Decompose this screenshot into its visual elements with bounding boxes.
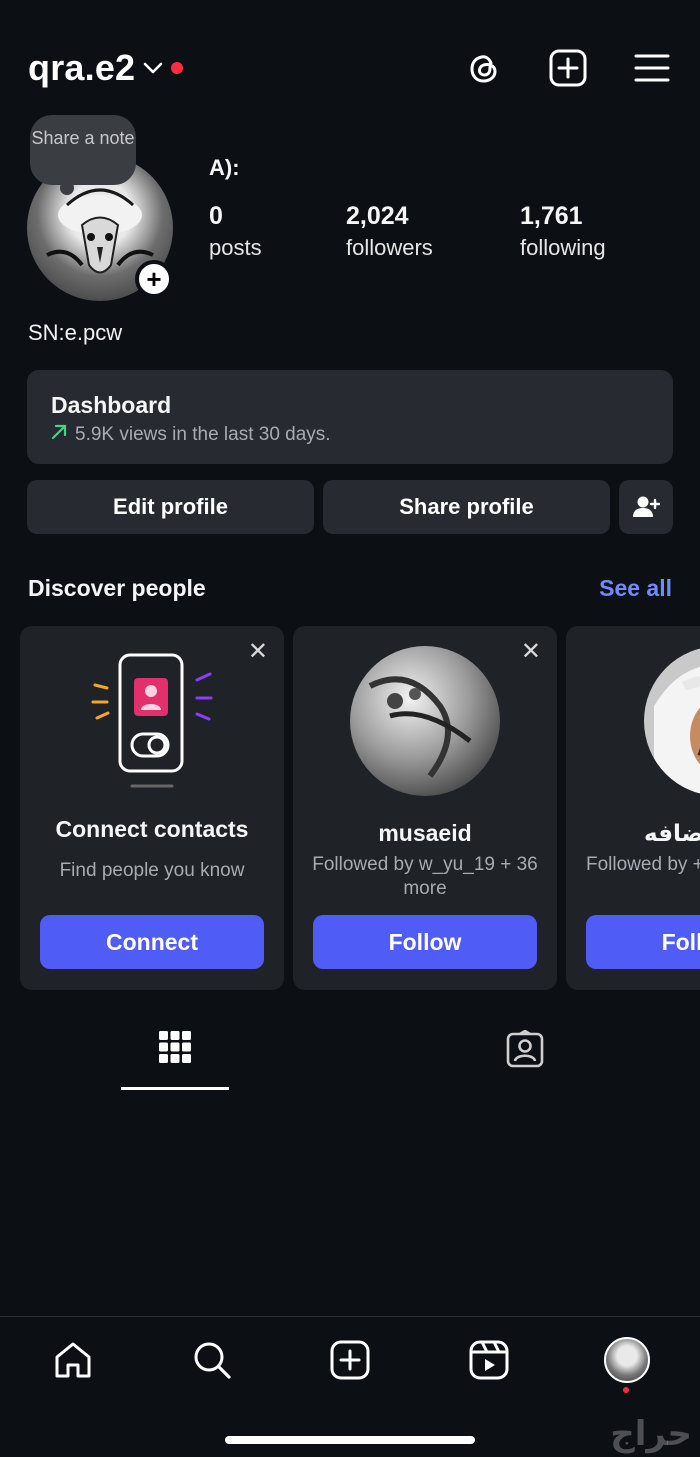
add-person-icon: [633, 496, 660, 517]
following-count: 1,761: [520, 202, 583, 230]
bio-text: SN:e.pcw: [28, 320, 123, 345]
card-subtitle: Find people you know: [59, 860, 245, 881]
tab-tagged[interactable]: [471, 1020, 579, 1090]
suggestion-avatar[interactable]: [644, 646, 700, 796]
notification-dot: [171, 62, 184, 74]
chevron-down-icon[interactable]: [143, 58, 163, 78]
dashboard-subtitle-row: 5.9K views in the last 30 days.: [51, 423, 649, 446]
trend-up-arrow-icon: [51, 423, 67, 446]
display-name: A):: [209, 155, 240, 180]
contacts-illustration: [87, 650, 217, 790]
card-name: Connect contacts: [55, 816, 249, 842]
menu-icon[interactable]: [632, 48, 672, 88]
profile-tabs: [0, 1020, 700, 1090]
connect-button[interactable]: Connect: [40, 915, 264, 969]
home-icon[interactable]: [50, 1337, 96, 1383]
follow-button[interactable]: Follow: [313, 915, 537, 969]
search-icon[interactable]: [189, 1337, 235, 1383]
discover-people-header: Discover people See all: [28, 575, 672, 602]
close-icon[interactable]: ✕: [521, 640, 541, 664]
profile-notification-dot: [623, 1387, 629, 1393]
profile-header: qra.e2: [28, 40, 672, 96]
profile-stats: 0 posts 2,024 followers 1,761 following: [209, 200, 606, 264]
new-post-icon[interactable]: [548, 48, 588, 88]
tagged-icon: [506, 1030, 544, 1068]
avatar: [604, 1337, 650, 1383]
suggestion-card[interactable]: ✕ musaeid Followed by w_yu_19 + 36 more: [293, 626, 557, 990]
share-note-bubble[interactable]: Share a note: [30, 115, 136, 195]
professional-dashboard[interactable]: Dashboard 5.9K views in the last 30 days…: [27, 370, 673, 464]
grid-icon: [159, 1031, 191, 1063]
tab-posts-grid[interactable]: [121, 1020, 229, 1090]
connect-contacts-card: ✕ Connect contacts Find people you know …: [20, 626, 284, 990]
dashboard-title: Dashboard: [51, 392, 172, 418]
username-title[interactable]: qra.e2: [28, 47, 135, 89]
suggestion-cards: ✕ Connect contacts Find people you know …: [20, 626, 700, 990]
follow-button[interactable]: Follow: [586, 915, 700, 969]
add-story-button[interactable]: +: [135, 260, 173, 298]
discover-people-button[interactable]: [619, 480, 673, 534]
see-all-link[interactable]: See all: [599, 575, 672, 602]
posts-label: posts: [209, 235, 262, 260]
discover-people-title: Discover people: [28, 575, 206, 601]
watermark-logo: حراج: [610, 1414, 692, 1454]
reels-icon[interactable]: [466, 1337, 512, 1383]
posts-stat[interactable]: 0 posts: [209, 200, 346, 264]
home-indicator[interactable]: [225, 1436, 475, 1444]
threads-icon[interactable]: [464, 48, 504, 88]
posts-count: 0: [209, 202, 223, 230]
followers-count: 2,024: [346, 202, 409, 230]
create-icon[interactable]: [327, 1337, 373, 1383]
followers-label: followers: [346, 235, 433, 260]
share-profile-button[interactable]: Share profile: [323, 480, 610, 534]
card-subtitle: Followed by + 60 m: [586, 854, 700, 875]
card-name: musaeid: [378, 820, 472, 846]
followers-stat[interactable]: 2,024 followers: [346, 200, 520, 264]
suggestion-card[interactable]: ضافه Followed by + 60 m Follow: [566, 626, 700, 990]
card-name: ضافه: [644, 820, 700, 846]
profile-tab-avatar[interactable]: [604, 1337, 650, 1383]
following-stat[interactable]: 1,761 following: [520, 200, 606, 264]
dashboard-subtitle: 5.9K views in the last 30 days.: [75, 423, 331, 445]
following-label: following: [520, 235, 606, 260]
close-icon[interactable]: ✕: [248, 640, 268, 664]
profile-action-buttons: Edit profile Share profile: [27, 480, 673, 534]
card-subtitle: Followed by w_yu_19 + 36 more: [312, 854, 538, 899]
edit-profile-button[interactable]: Edit profile: [27, 480, 314, 534]
suggestion-avatar[interactable]: [350, 646, 500, 796]
